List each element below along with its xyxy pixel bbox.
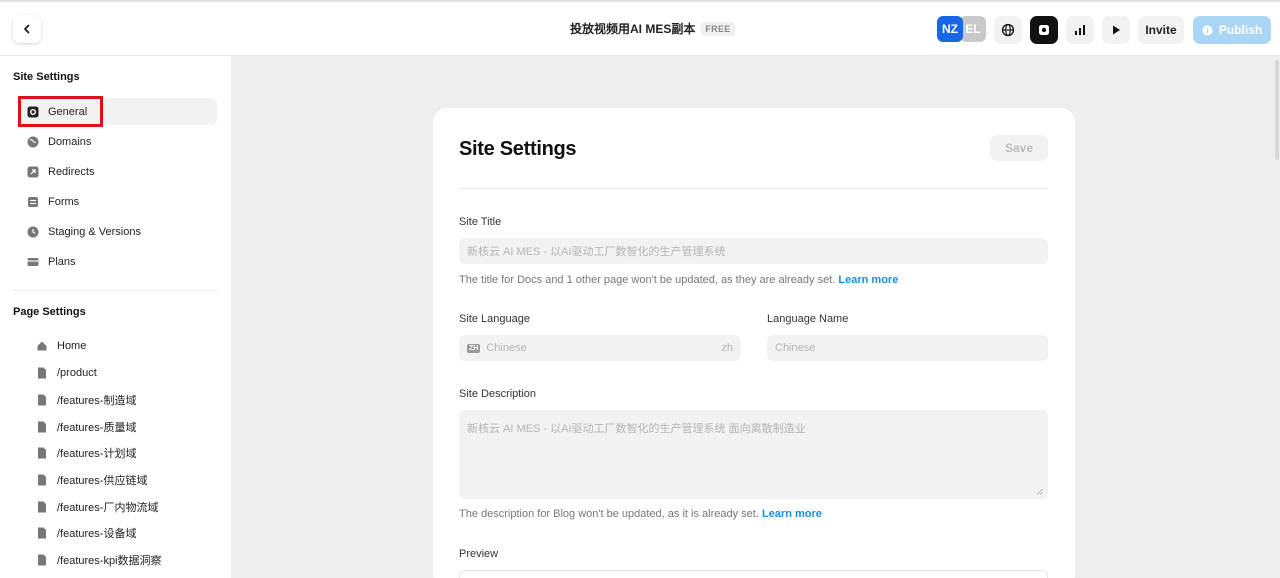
clock-icon xyxy=(27,226,39,238)
sidebar-item-label: Redirects xyxy=(48,165,95,178)
analytics-button[interactable] xyxy=(1066,16,1094,44)
avatar-el[interactable]: EL xyxy=(960,16,986,42)
bar-chart-icon xyxy=(1075,25,1085,35)
play-preview-button[interactable] xyxy=(1102,16,1130,44)
plans-icon xyxy=(27,256,39,268)
publish-button[interactable]: Publish xyxy=(1193,16,1271,44)
search-preview-box xyxy=(459,570,1048,578)
site-language-label: Site Language xyxy=(459,313,530,325)
language-name-label: Language Name xyxy=(767,313,849,325)
page-item[interactable]: /features-制造域 xyxy=(27,387,217,413)
framer-logo-icon xyxy=(1039,25,1049,35)
site-description-placeholder: 新核云 AI MES - 以AI驱动工厂数智化的生产管理系统 面向离散制造业 xyxy=(467,423,806,435)
avatar-nz[interactable]: NZ xyxy=(937,16,963,42)
site-title-label: Site Title xyxy=(459,216,502,228)
page-item-label: /features-供应链域 xyxy=(57,475,148,487)
sidebar-item-staging-versions[interactable]: Staging & Versions xyxy=(18,218,217,245)
save-button[interactable]: Save xyxy=(990,135,1048,161)
page-item-label: /features-制造域 xyxy=(57,395,137,407)
sidebar-item-label: Domains xyxy=(48,135,92,148)
page-item[interactable]: /features-计划域 xyxy=(27,440,217,466)
forms-icon xyxy=(27,196,39,208)
page-title: Site Settings xyxy=(459,138,577,160)
learn-more-link[interactable]: Learn more xyxy=(838,274,898,286)
page-icon xyxy=(36,554,48,566)
page-icon xyxy=(36,447,48,459)
sidebar-item-plans[interactable]: Plans xyxy=(18,248,217,275)
page-item-home[interactable]: Home xyxy=(27,333,217,359)
globe-icon xyxy=(1001,23,1015,37)
site-language-value: Chinese xyxy=(486,342,527,354)
site-description-textarea[interactable]: 新核云 AI MES - 以AI驱动工厂数智化的生产管理系统 面向离散制造业 xyxy=(459,410,1048,499)
publish-label: Publish xyxy=(1218,23,1263,37)
play-icon xyxy=(1113,25,1120,35)
language-button[interactable] xyxy=(994,16,1022,44)
sidebar-item-label: Forms xyxy=(48,195,80,208)
site-title-input[interactable]: 新核云 AI MES - 以AI驱动工厂数智化的生产管理系统 xyxy=(459,238,1048,264)
redirect-icon xyxy=(27,166,39,178)
site-language-select[interactable]: ZH Chinese zh xyxy=(459,335,741,361)
card-divider xyxy=(459,188,1048,189)
page-item[interactable]: /product xyxy=(27,360,217,386)
language-code-tag: ZH xyxy=(467,343,481,353)
page-item[interactable]: /features-供应链域 xyxy=(27,467,217,493)
page-settings-heading: Page Settings xyxy=(13,306,86,318)
page-item-label: /features-设备域 xyxy=(57,528,137,540)
home-icon xyxy=(36,340,48,352)
sidebar-item-domains[interactable]: Domains xyxy=(18,128,217,155)
page-item-label: /product xyxy=(57,367,97,379)
info-circle-icon xyxy=(1202,25,1213,35)
preview-label: Preview xyxy=(459,548,499,560)
page-item-label: Home xyxy=(57,340,87,352)
page-icon xyxy=(36,421,48,433)
scrollbar-thumb[interactable] xyxy=(1275,60,1279,160)
sidebar-item-label: Staging & Versions xyxy=(48,225,141,238)
settings-sidebar: Site Settings General Domains Redirects … xyxy=(0,56,231,578)
annotation-highlight-box xyxy=(18,96,103,127)
page-icon xyxy=(36,474,48,486)
site-preview-button[interactable] xyxy=(1030,16,1058,44)
page-item-label: /features-kpi数据洞察 xyxy=(57,555,162,567)
project-title: 投放视频用AI MES副本 xyxy=(570,22,696,36)
project-title-group[interactable]: 投放视频用AI MES副本 FREE xyxy=(570,20,735,37)
page-item[interactable]: /features-厂内物流域 xyxy=(27,494,217,520)
site-description-help: The description for Blog won't be update… xyxy=(459,508,822,520)
page-item[interactable]: /features-kpi数据洞察 xyxy=(27,547,217,573)
language-name-input[interactable]: Chinese xyxy=(767,335,1048,361)
site-title-help-text: The title for Docs and 1 other page won'… xyxy=(459,274,836,286)
resize-handle-icon[interactable] xyxy=(1036,488,1043,495)
language-code: zh xyxy=(721,342,733,354)
invite-button[interactable]: Invite xyxy=(1138,16,1184,44)
site-settings-card: Site Settings Save Site Title 新核云 AI MES… xyxy=(433,108,1075,578)
page-item-label: /features-计划域 xyxy=(57,448,137,460)
plan-badge: FREE xyxy=(701,21,735,36)
globe-icon xyxy=(27,136,39,148)
site-settings-heading: Site Settings xyxy=(13,71,80,83)
sidebar-item-redirects[interactable]: Redirects xyxy=(18,158,217,185)
learn-more-link[interactable]: Learn more xyxy=(762,508,822,520)
chevron-left-icon xyxy=(24,24,30,34)
page-icon xyxy=(36,367,48,379)
sidebar-item-label: Plans xyxy=(48,255,76,268)
page-item-label: /features-质量域 xyxy=(57,422,137,434)
back-button[interactable] xyxy=(13,15,41,43)
page-item-label: /features-厂内物流域 xyxy=(57,502,159,514)
page-item[interactable]: /features-质量域 xyxy=(27,414,217,440)
page-icon xyxy=(36,501,48,513)
sidebar-item-forms[interactable]: Forms xyxy=(18,188,217,215)
site-description-label: Site Description xyxy=(459,388,537,400)
site-title-help: The title for Docs and 1 other page won'… xyxy=(459,274,898,286)
page-icon xyxy=(36,394,48,406)
top-bar: 投放视频用AI MES副本 FREE EL NZ Invite Publish xyxy=(0,0,1280,56)
page-icon xyxy=(36,527,48,539)
page-item[interactable]: /features-设备域 xyxy=(27,520,217,546)
sidebar-divider xyxy=(13,290,218,291)
site-description-help-text: The description for Blog won't be update… xyxy=(459,508,759,520)
